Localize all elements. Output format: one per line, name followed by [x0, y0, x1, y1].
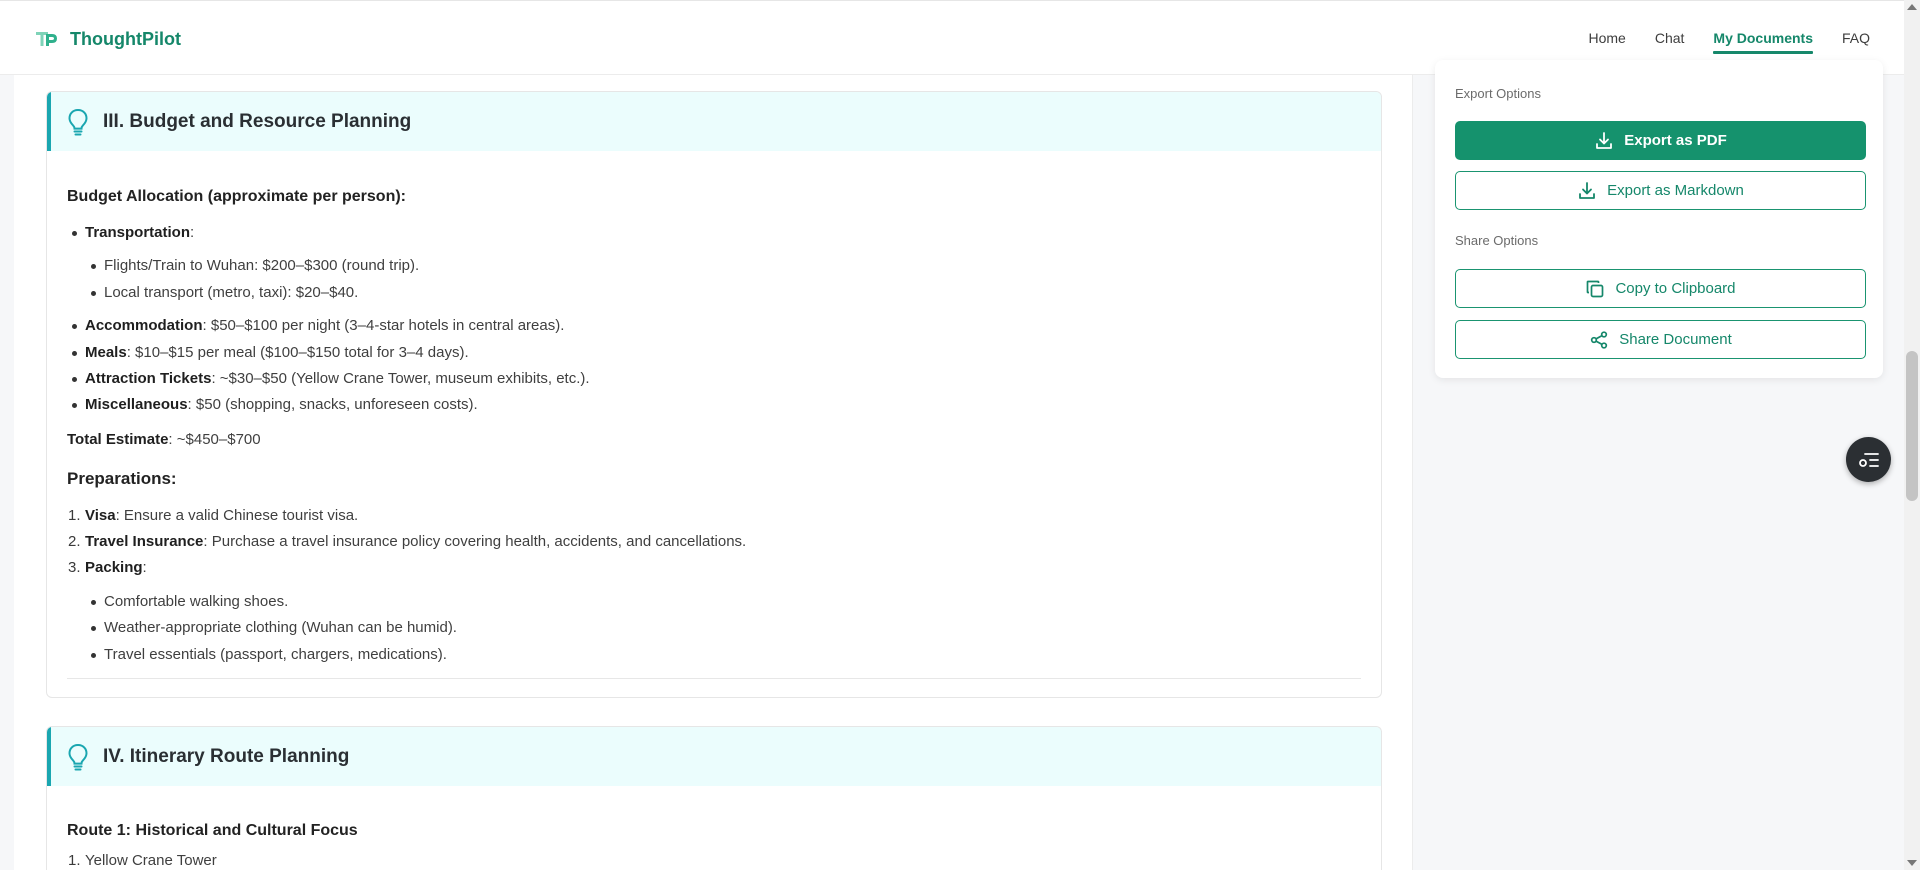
section-budget: III. Budget and Resource Planning Budget…	[46, 91, 1382, 698]
list-item: Local transport (metro, taxi): $20–$40.	[90, 284, 359, 301]
copy-clipboard-label: Copy to Clipboard	[1615, 280, 1736, 297]
item-text: Yellow Crane Tower	[85, 852, 217, 869]
list-item: Meals: $10–$15 per meal ($100–$150 total…	[72, 344, 469, 361]
section-itinerary: IV. Itinerary Route Planning Route 1: Hi…	[46, 726, 1382, 870]
thoughtpilot-logo-icon	[36, 32, 57, 46]
export-markdown-button[interactable]: Export as Markdown	[1455, 171, 1866, 210]
nav-chat[interactable]: Chat	[1655, 25, 1685, 54]
copy-icon	[1587, 280, 1604, 297]
main-nav: Home Chat My Documents FAQ	[1559, 25, 1870, 57]
total-text: : ~$450–$700	[168, 431, 261, 448]
item-label: Travel Insurance	[85, 533, 204, 550]
download-icon	[1596, 131, 1613, 149]
item-text: :	[142, 559, 147, 576]
export-share-panel: Export Options Export as PDF Export as M…	[1435, 60, 1883, 378]
section-title: III. Budget and Resource Planning	[103, 110, 412, 132]
share-document-label: Share Document	[1619, 331, 1732, 348]
item-label: Packing	[85, 559, 143, 576]
list-item: Attraction Tickets: ~$30–$50 (Yellow Cra…	[72, 370, 590, 387]
section-title: IV. Itinerary Route Planning	[103, 745, 350, 767]
share-document-button[interactable]: Share Document	[1455, 320, 1866, 359]
section-body: Route 1: Historical and Cultural Focus 1…	[47, 786, 1381, 870]
item-label: Accommodation	[85, 317, 203, 334]
item-text: : ~$30–$50 (Yellow Crane Tower, museum e…	[211, 370, 590, 387]
item-text: : $50–$100 per night (3–4-star hotels in…	[202, 317, 565, 334]
list-item: 2. Travel Insurance: Purchase a travel in…	[68, 533, 747, 550]
divider	[67, 678, 1361, 679]
page-scrollbar[interactable]	[1904, 0, 1920, 870]
export-pdf-label: Export as PDF	[1624, 132, 1727, 149]
export-markdown-label: Export as Markdown	[1607, 182, 1744, 199]
scroll-thumb[interactable]	[1906, 351, 1918, 501]
scroll-up-icon[interactable]	[1907, 4, 1917, 10]
section-body: Budget Allocation (approximate per perso…	[47, 151, 1381, 697]
list-item: 1. Yellow Crane Tower	[68, 852, 217, 869]
brand-name: ThoughtPilot	[70, 28, 181, 49]
download-icon	[1579, 181, 1596, 199]
total-estimate: Total Estimate: ~$450–$700	[67, 431, 261, 448]
export-pdf-button[interactable]: Export as PDF	[1455, 121, 1866, 160]
item-text: : $50 (shopping, snacks, unforeseen cost…	[187, 396, 478, 413]
route-heading: Route 1: Historical and Cultural Focus	[67, 822, 358, 839]
item-label: Meals	[85, 344, 127, 361]
list-item: Miscellaneous: $50 (shopping, snacks, un…	[72, 396, 478, 413]
copy-clipboard-button[interactable]: Copy to Clipboard	[1455, 269, 1866, 308]
list-item: Flights/Train to Wuhan: $200–$300 (round…	[90, 257, 420, 274]
share-icon	[1591, 330, 1608, 349]
list-item: 3. Packing:	[68, 559, 147, 576]
list-item: Weather-appropriate clothing (Wuhan can …	[91, 619, 457, 636]
budget-heading: Budget Allocation (approximate per perso…	[67, 188, 406, 205]
item-text: : $10–$15 per meal ($100–$150 total for …	[126, 344, 469, 361]
nav-home[interactable]: Home	[1588, 25, 1625, 54]
list-item: Accommodation: $50–$100 per night (3–4-s…	[71, 317, 565, 334]
nav-my-documents[interactable]: My Documents	[1713, 25, 1813, 54]
scroll-down-icon[interactable]	[1907, 860, 1917, 866]
nav-faq[interactable]: FAQ	[1842, 25, 1870, 54]
lightbulb-icon	[68, 108, 88, 135]
share-options-label: Share Options	[1455, 233, 1539, 248]
item-text: : Ensure a valid Chinese tourist visa.	[115, 507, 359, 524]
brand[interactable]: ThoughtPilot	[34, 25, 181, 53]
item-text: : Purchase a travel insurance policy cov…	[203, 533, 747, 550]
export-options-label: Export Options	[1455, 86, 1541, 101]
item-label: Transportation	[85, 224, 191, 241]
section-header[interactable]: III. Budget and Resource Planning	[47, 92, 1381, 151]
item-label: Attraction Tickets	[85, 370, 212, 387]
toc-toggle-button[interactable]	[1846, 437, 1891, 482]
document-content[interactable]: III. Budget and Resource Planning Budget…	[14, 75, 1413, 870]
toc-icon	[1858, 452, 1879, 467]
list-item: 1. Visa: Ensure a valid Chinese tourist v…	[68, 507, 359, 524]
section-header[interactable]: IV. Itinerary Route Planning	[47, 727, 1381, 786]
list-item: Travel essentials (passport, chargers, m…	[91, 646, 447, 663]
lightbulb-icon	[68, 743, 88, 770]
list-item: Transportation:	[71, 224, 195, 241]
item-label: Miscellaneous	[85, 396, 188, 413]
item-label: Visa	[85, 507, 116, 524]
total-label: Total Estimate	[67, 431, 169, 448]
preparations-heading: Preparations:	[67, 469, 177, 488]
list-item: Comfortable walking shoes.	[90, 593, 289, 610]
